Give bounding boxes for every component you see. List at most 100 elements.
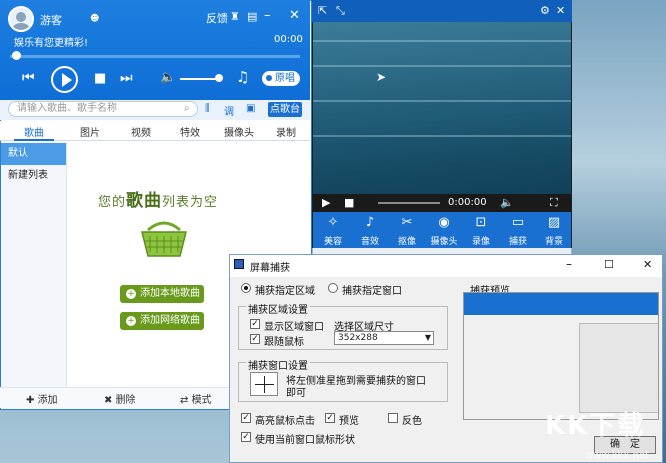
- equalizer-icon[interactable]: ⫼: [205, 103, 210, 114]
- keying-icon[interactable]: ✂: [390, 215, 424, 230]
- show-area-checkbox[interactable]: ✓: [250, 319, 260, 329]
- ktv-button[interactable]: 点歌台: [268, 102, 302, 117]
- footer-mode-label: 模式: [191, 395, 212, 406]
- radio-capture-window[interactable]: [328, 283, 338, 293]
- tv-icon[interactable]: ▣: [246, 103, 255, 114]
- add-online-song-button[interactable]: + 添加网络歌曲: [120, 312, 204, 330]
- use-cursor-checkbox[interactable]: ✓: [241, 432, 251, 442]
- tool-video-record[interactable]: 录像: [464, 234, 498, 247]
- radio-capture-area[interactable]: [241, 283, 251, 293]
- video-close-icon[interactable]: ✕: [556, 4, 565, 18]
- menu-icon[interactable]: ▤: [247, 10, 257, 24]
- tool-capture[interactable]: 捕获: [501, 234, 535, 247]
- background-icon[interactable]: ▨: [537, 215, 571, 230]
- stop-icon[interactable]: ■: [94, 71, 106, 86]
- shrink-icon[interactable]: ⤡: [336, 4, 345, 18]
- music-note-icon[interactable]: ♫: [236, 68, 249, 86]
- tool-beauty[interactable]: 美容: [316, 234, 350, 247]
- tool-sound-effect[interactable]: 音效: [353, 234, 387, 247]
- dialog-close-icon[interactable]: ✕: [643, 258, 652, 271]
- search-input[interactable]: 请输入歌曲、歌手名称: [8, 101, 198, 117]
- empty-text-c: 列表为空: [162, 195, 219, 210]
- preview-toolbar-thumbnail: [464, 293, 658, 315]
- tool-keying[interactable]: 抠像: [390, 234, 424, 247]
- sound-effect-icon[interactable]: ♪: [353, 215, 387, 230]
- tab-images[interactable]: 图片: [70, 124, 110, 139]
- previous-icon[interactable]: ⏮: [22, 70, 35, 86]
- radio-capture-window-label[interactable]: 捕获指定窗口: [342, 282, 402, 297]
- highlight-click-checkbox[interactable]: ✓: [241, 413, 251, 423]
- crosshair-icon[interactable]: [250, 372, 278, 396]
- video-volume-icon[interactable]: 🔈: [500, 196, 514, 209]
- feedback-link[interactable]: 反馈: [206, 10, 228, 26]
- plus-icon: +: [126, 316, 136, 326]
- window-settings-label: 捕获窗口设置: [246, 357, 310, 372]
- radio-capture-area-label[interactable]: 捕获指定区域: [255, 282, 315, 297]
- search-icon[interactable]: ⌕: [184, 103, 195, 114]
- footer-delete-button[interactable]: ✖ 删除: [104, 391, 136, 406]
- tool-background[interactable]: 背景: [537, 234, 571, 247]
- tool-camera[interactable]: 摄像头: [427, 234, 461, 247]
- preview-checkbox-label[interactable]: 预览: [339, 412, 359, 427]
- play-time: 00:00: [274, 34, 303, 45]
- tune-icon[interactable]: 调: [224, 103, 234, 118]
- playlist-item-default[interactable]: 默认: [1, 143, 66, 165]
- watermark-url: www.kkx.net: [585, 450, 649, 461]
- invert-checkbox[interactable]: [388, 413, 398, 423]
- window-hint-2: 即可: [286, 388, 306, 399]
- qq-status-icon[interactable]: ☻: [90, 12, 99, 26]
- tab-camera[interactable]: 摄像头: [219, 124, 259, 139]
- footer-mode-button[interactable]: ⇄ 模式: [180, 391, 212, 406]
- invert-label[interactable]: 反色: [402, 412, 422, 427]
- video-time: 0:00:00: [448, 197, 487, 208]
- fullscreen-icon[interactable]: ⛶: [550, 196, 558, 210]
- footer-delete-label: 删除: [115, 395, 136, 406]
- tab-songs[interactable]: 歌曲: [14, 124, 54, 139]
- dialog-maximize-icon[interactable]: ☐: [604, 258, 614, 271]
- video-titlebar: [312, 0, 572, 22]
- wave: [313, 40, 571, 42]
- follow-mouse-label[interactable]: 跟随鼠标: [264, 333, 304, 348]
- video-seek-bar[interactable]: [378, 202, 440, 204]
- original-vocal-toggle[interactable]: 原唱: [262, 71, 300, 86]
- close-icon[interactable]: ✕: [289, 9, 300, 23]
- preview-checkbox[interactable]: ✓: [325, 413, 335, 423]
- seek-knob[interactable]: [12, 51, 21, 60]
- play-button[interactable]: [51, 66, 78, 93]
- volume-knob[interactable]: [215, 74, 223, 82]
- footer-add-button[interactable]: ✚ 添加: [26, 391, 58, 406]
- camera-icon[interactable]: ◉: [427, 215, 461, 230]
- tab-record[interactable]: 录制: [266, 124, 306, 139]
- add-online-label: 添加网络歌曲: [140, 315, 200, 326]
- tab-effects[interactable]: 特效: [170, 124, 210, 139]
- next-icon[interactable]: ⏭: [120, 70, 133, 86]
- beauty-icon[interactable]: ✧: [316, 215, 350, 230]
- size-select[interactable]: 352x288 ▼: [334, 331, 434, 345]
- highlight-click-label[interactable]: 高亮鼠标点击: [255, 412, 315, 427]
- minimize-icon[interactable]: –: [264, 9, 271, 23]
- gear-icon[interactable]: ⚙: [540, 4, 550, 18]
- volume-icon[interactable]: 🔈: [160, 70, 176, 85]
- show-area-label[interactable]: 显示区域窗口: [264, 318, 324, 333]
- active-tab-indicator: [14, 139, 54, 141]
- video-play-icon[interactable]: ▶: [322, 196, 330, 209]
- tab-videos[interactable]: 视频: [121, 124, 161, 139]
- add-local-song-button[interactable]: + 添加本地歌曲: [120, 285, 204, 303]
- playlist-item-new[interactable]: 新建列表: [1, 165, 66, 187]
- video-stop-icon[interactable]: ■: [344, 196, 354, 209]
- footer-add-label: 添加: [37, 395, 58, 406]
- chevron-down-icon: ▼: [424, 333, 431, 342]
- avatar[interactable]: [8, 6, 34, 32]
- pin-icon[interactable]: ⇱: [318, 4, 327, 18]
- capture-icon[interactable]: ▭: [501, 215, 535, 230]
- dialog-title: 屏幕捕获: [250, 263, 290, 274]
- seek-bar[interactable]: [10, 55, 300, 58]
- dialog-minimize-icon[interactable]: –: [566, 257, 572, 271]
- window-hint-1: 将左侧准星拖到需要捕获的窗口: [286, 376, 426, 387]
- video-record-icon[interactable]: ⊡: [464, 215, 498, 230]
- video-frame-sea: [313, 22, 571, 194]
- username[interactable]: 游客: [40, 12, 62, 28]
- use-cursor-label[interactable]: 使用当前窗口鼠标形状: [255, 431, 355, 446]
- follow-mouse-checkbox[interactable]: ✓: [250, 334, 260, 344]
- skin-shirt-icon[interactable]: ♜: [230, 10, 240, 24]
